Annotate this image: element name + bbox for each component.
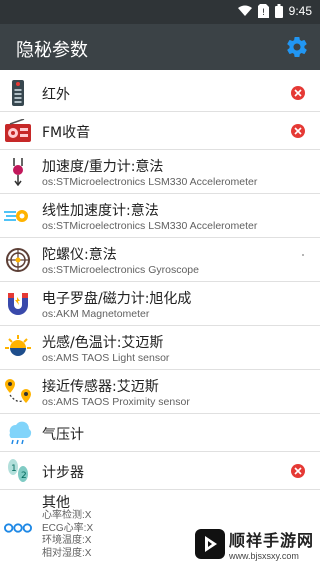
watermark-name: 顺祥手游网	[228, 531, 314, 550]
accelerometer-icon	[4, 158, 32, 186]
item-title: 红外	[42, 87, 70, 103]
item-subtitle: os:STMicroelectronics Gyroscope	[42, 264, 199, 276]
item-subtitle: os:STMicroelectronics LSM330 Acceleromet…	[42, 176, 258, 188]
item-title: 线性加速度计:意法	[42, 203, 159, 219]
list-item-accelerometer[interactable]: 加速度/重力计:意法 os:STMicroelectronics LSM330 …	[0, 150, 320, 194]
item-title: 陀螺仪:意法	[42, 247, 117, 263]
unsupported-close-icon	[291, 124, 305, 138]
item-title: 其他	[42, 495, 70, 511]
other-item-ambient-temp: 环境温度:X	[42, 535, 92, 546]
more-dots-icon	[4, 514, 32, 542]
page-title: 隐秘参数	[16, 40, 88, 61]
more-indicator	[302, 254, 304, 256]
list-item-magnetometer[interactable]: 电子罗盘/磁力计:旭化成 os:AKM Magnetometer	[0, 282, 320, 326]
magnet-icon	[4, 290, 32, 318]
list-item-light-sensor[interactable]: 光感/色温计:艾迈斯 os:AMS TAOS Light sensor	[0, 326, 320, 370]
no-sim-icon: !	[257, 4, 269, 18]
other-item-ecg: ECG心率:X	[42, 522, 94, 534]
barometer-weather-icon	[4, 419, 32, 447]
unsupported-close-icon	[291, 86, 305, 100]
remote-control-icon	[4, 79, 32, 107]
watermark: 顺祥手游网 www.bjsxsxy.com	[194, 527, 314, 561]
item-title: 接近传感器:艾迈斯	[42, 379, 159, 395]
list-item-infrared[interactable]: 红外	[0, 74, 320, 112]
radio-icon	[4, 117, 32, 145]
footprints-icon: 12	[4, 457, 32, 485]
unsupported-close-icon	[291, 464, 305, 478]
list-item-gyroscope[interactable]: 陀螺仪:意法 os:STMicroelectronics Gyroscope	[0, 238, 320, 282]
other-item-humidity: 相对湿度:X	[42, 547, 92, 559]
item-subtitle: os:AMS TAOS Light sensor	[42, 352, 170, 364]
app-bar: 隐秘参数	[0, 24, 320, 70]
item-subtitle: os:AKM Magnetometer	[42, 308, 150, 320]
item-title: 加速度/重力计:意法	[42, 159, 164, 175]
status-bar: ! 9:45	[0, 0, 320, 24]
watermark-logo-icon	[194, 529, 225, 559]
location-pin-icon	[4, 378, 32, 406]
sensor-list: 红外 FM收音 加速度/重力计:意法 os:STMicroelectronics…	[0, 74, 320, 566]
wifi-icon	[237, 5, 252, 16]
gear-icon	[287, 37, 307, 58]
linear-acceleration-icon	[4, 202, 32, 230]
item-subtitle: os:STMicroelectronics LSM330 Acceleromet…	[42, 220, 258, 232]
other-sensor-list: 心率检测:X ECG心率:X 环境温度:X 相对湿度:X	[42, 510, 93, 560]
item-title: 电子罗盘/磁力计:旭化成	[42, 291, 192, 307]
list-item-pedometer[interactable]: 12 计步器	[0, 452, 320, 490]
list-item-barometer[interactable]: 气压计	[0, 414, 320, 452]
svg-text:!: !	[261, 8, 265, 18]
battery-icon	[274, 4, 283, 18]
other-item-heart-rate: 心率检测:X	[42, 510, 92, 521]
item-subtitle: os:AMS TAOS Proximity sensor	[42, 396, 190, 408]
status-icons: ! 9:45	[237, 4, 312, 18]
item-title: 计步器	[42, 465, 84, 481]
item-title: 气压计	[42, 427, 84, 443]
svg-text:1: 1	[11, 464, 17, 474]
watermark-url: www.bjsxsxy.com	[228, 551, 299, 561]
svg-text:2: 2	[21, 471, 27, 481]
status-time: 9:45	[288, 4, 312, 18]
item-title: FM收音	[42, 125, 91, 141]
gyroscope-icon	[4, 246, 32, 274]
list-item-proximity-sensor[interactable]: 接近传感器:艾迈斯 os:AMS TAOS Proximity sensor	[0, 370, 320, 414]
settings-button[interactable]	[283, 33, 311, 61]
list-item-linear-accelerometer[interactable]: 线性加速度计:意法 os:STMicroelectronics LSM330 A…	[0, 194, 320, 238]
item-title: 光感/色温计:艾迈斯	[42, 335, 164, 351]
sun-icon	[4, 334, 32, 362]
list-item-fm-radio[interactable]: FM收音	[0, 112, 320, 150]
